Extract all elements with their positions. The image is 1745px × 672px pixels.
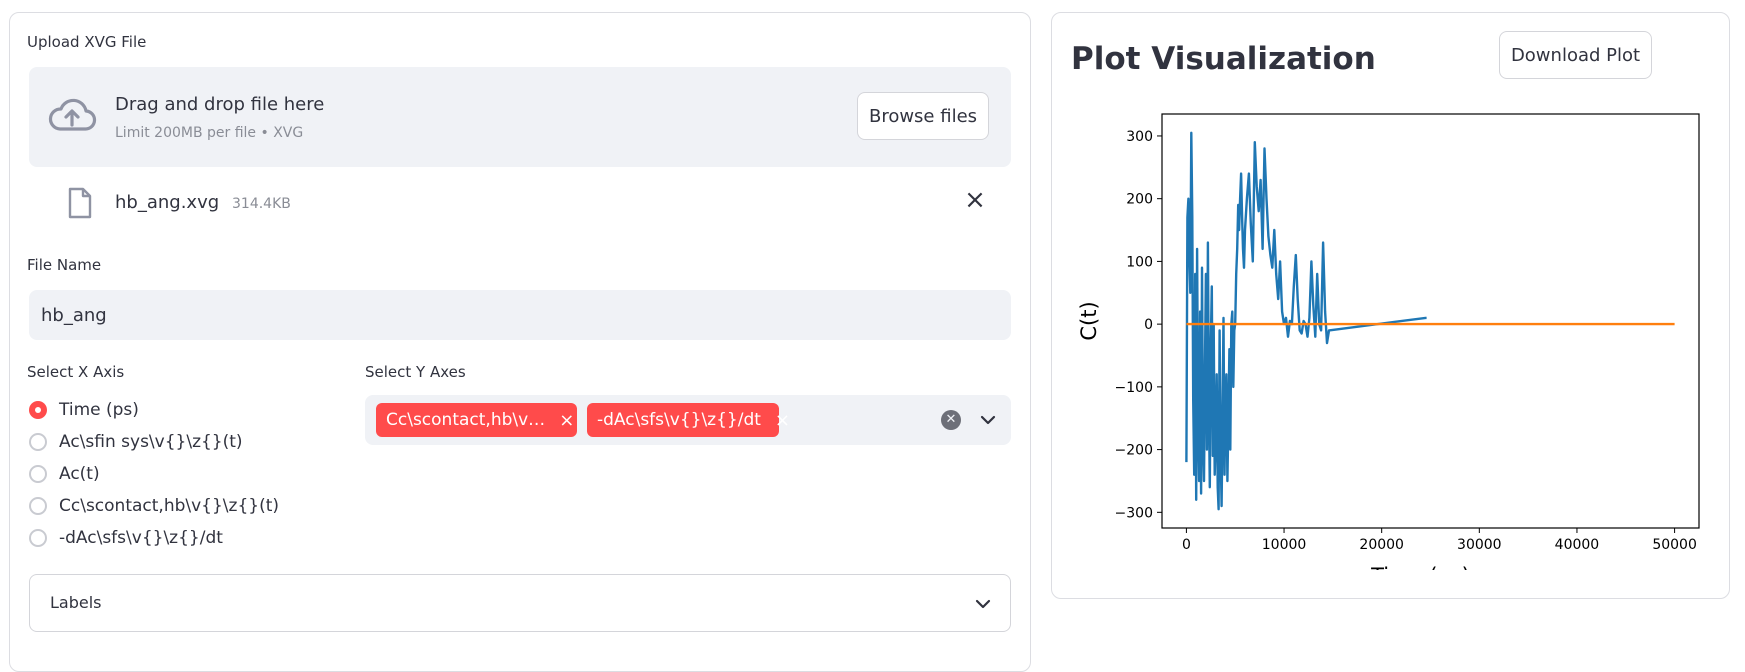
y-axes-multiselect[interactable]: Cc\scontact,hb\v… × -dAc\sfs\v{}\z{}/dt …	[365, 395, 1011, 445]
x-axis-option-label: -dAc\sfs\v{}\z{}/dt	[59, 528, 223, 548]
download-plot-button[interactable]: Download Plot	[1499, 31, 1652, 79]
uploaded-file-size: 314.4KB	[232, 196, 291, 212]
file-name-input[interactable]	[29, 290, 1011, 340]
x-tick-label: 0	[1182, 537, 1191, 553]
radio-icon	[29, 465, 47, 483]
labels-expander-title: Labels	[50, 593, 102, 612]
plot-area-frame	[1161, 113, 1700, 529]
x-tick-label: 30000	[1457, 537, 1502, 553]
chevron-down-icon[interactable]	[980, 415, 996, 425]
x-axis-option-cc[interactable]: Cc\scontact,hb\v{}\z{}(t)	[29, 493, 279, 519]
y-tick-label: 300	[1126, 129, 1153, 145]
x-axis-option-time[interactable]: Time (ps)	[29, 397, 139, 423]
y-axes-label: Select Y Axes	[365, 363, 466, 381]
chip-remove-icon[interactable]: ×	[559, 410, 574, 431]
y-tick-label: 200	[1126, 192, 1153, 208]
x-axis-label: Select X Axis	[27, 363, 125, 381]
x-axis-label: Time (ps)	[1370, 564, 1470, 570]
y-axis-label: C(t)	[1077, 301, 1101, 340]
y-tick-label: 100	[1126, 254, 1153, 270]
x-axis-option-acsfin[interactable]: Ac\sfin sys\v{}\z{}(t)	[29, 429, 243, 455]
radio-icon	[29, 433, 47, 451]
file-dropzone[interactable]: Drag and drop file here Limit 200MB per …	[29, 67, 1011, 167]
x-axis-option-label: Time (ps)	[59, 400, 139, 420]
y-axis-chip: -dAc\sfs\v{}\z{}/dt ×	[587, 403, 790, 437]
chip-remove-icon[interactable]: ×	[775, 410, 790, 431]
dropzone-title: Drag and drop file here	[115, 94, 325, 115]
y-tick-label: 0	[1144, 317, 1153, 333]
line-chart: 0 10000 20000 30000 40000 50000 −300 −200 −100 0 1…	[1077, 113, 1700, 570]
close-icon[interactable]: ×	[964, 187, 986, 213]
dropzone-limit-text: Limit 200MB per file • XVG	[115, 125, 304, 141]
x-tick-label: 50000	[1652, 537, 1697, 553]
controls-panel: Upload XVG File Drag and drop file here …	[9, 12, 1031, 672]
x-axis-option-label: Cc\scontact,hb\v{}\z{}(t)	[59, 496, 280, 516]
x-axis-option-act[interactable]: Ac(t)	[29, 461, 100, 487]
uploaded-file-name: hb_ang.xvg	[115, 192, 220, 213]
x-axis-option-dac[interactable]: -dAc\sfs\v{}\z{}/dt	[29, 525, 223, 551]
radio-icon	[29, 497, 47, 515]
browse-files-button[interactable]: Browse files	[857, 92, 989, 140]
x-tick-label: 20000	[1359, 537, 1404, 553]
upload-label: Upload XVG File	[27, 33, 147, 51]
file-name-label: File Name	[27, 256, 102, 274]
chip-label: Cc\scontact,hb\v…	[386, 410, 546, 430]
plot-title: Plot Visualization	[1071, 41, 1376, 77]
radio-selected-icon	[29, 401, 47, 419]
chevron-down-icon	[975, 599, 991, 609]
x-tick-label: 10000	[1262, 537, 1307, 553]
y-axis-chip: Cc\scontact,hb\v… ×	[376, 403, 577, 437]
file-icon	[68, 187, 92, 219]
x-axis-option-label: Ac\sfin sys\v{}\z{}(t)	[59, 432, 243, 452]
labels-expander[interactable]: Labels	[29, 574, 1011, 632]
radio-icon	[29, 529, 47, 547]
y-tick-label: −100	[1115, 380, 1153, 396]
y-tick-label: −200	[1115, 443, 1153, 459]
chip-label: -dAc\sfs\v{}\z{}/dt	[597, 410, 761, 430]
cloud-upload-icon	[48, 98, 97, 131]
x-tick-label: 40000	[1555, 537, 1600, 553]
series-line-0	[1185, 131, 1427, 511]
x-axis-option-label: Ac(t)	[59, 464, 100, 484]
y-tick-label: −300	[1115, 505, 1153, 521]
uploaded-file-row: hb_ang.xvg 314.4KB ×	[29, 183, 1011, 229]
clear-all-icon[interactable]: ✕	[941, 410, 961, 430]
